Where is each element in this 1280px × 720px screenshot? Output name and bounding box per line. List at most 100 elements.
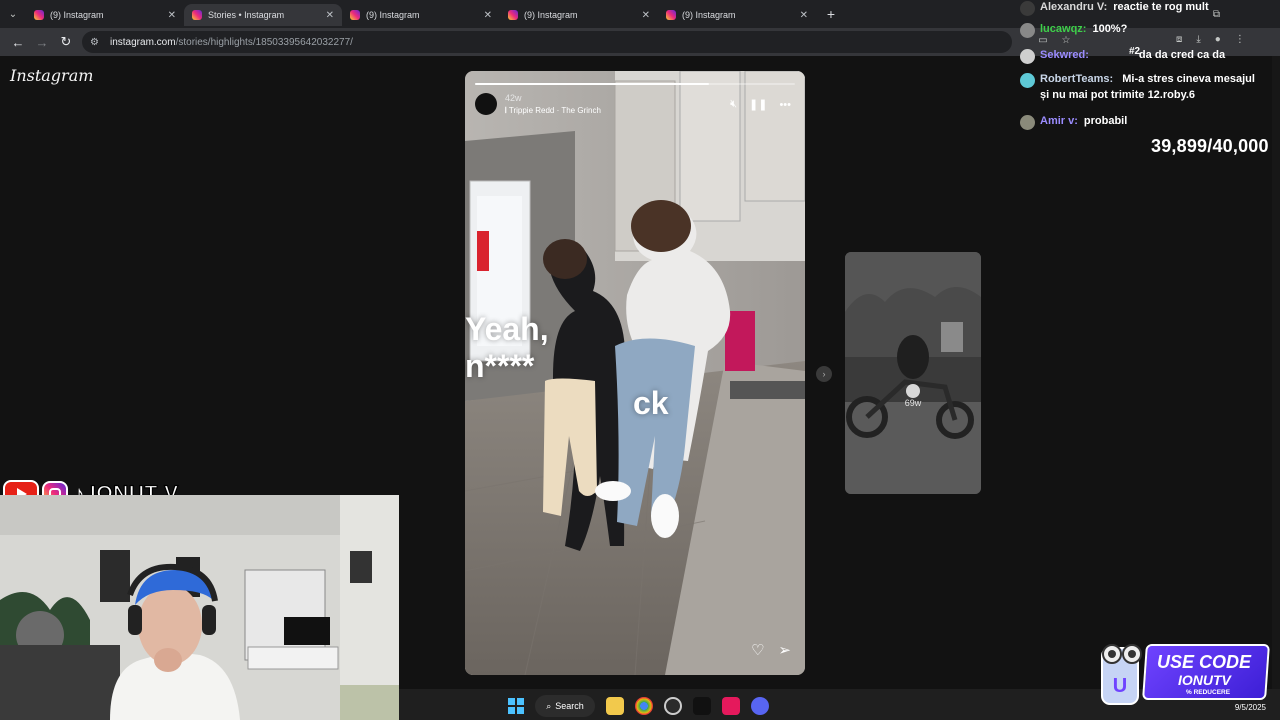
chat-text: 100%? bbox=[1092, 23, 1128, 35]
pause-icon[interactable]: ❚❚ bbox=[749, 98, 767, 111]
tab-instagram-3[interactable]: (9) Instagram ✕ bbox=[342, 4, 500, 26]
chat-message: Alexandru V: reactie te rog mult bbox=[1020, 0, 1209, 16]
taskbar-search-label: Search bbox=[555, 701, 584, 711]
next-story-preview[interactable]: 69w bbox=[845, 252, 981, 494]
taskbar-search[interactable]: ⌕ Search bbox=[535, 695, 595, 717]
chat-body: RobertTeams: Mi-a stres cineva mesajul ș… bbox=[1040, 72, 1256, 104]
restore-icon[interactable]: ⧉ bbox=[1213, 9, 1220, 20]
promo-code: IONUTV bbox=[1178, 672, 1231, 688]
url-host: instagram.com bbox=[110, 36, 176, 48]
mute-icon[interactable]: 🔇︎ bbox=[730, 98, 737, 111]
close-icon[interactable]: ✕ bbox=[326, 10, 334, 21]
promo-subtitle: % REDUCERE bbox=[1186, 689, 1231, 696]
chat-message: lucawqz: 100%? bbox=[1020, 22, 1127, 38]
reload-button[interactable]: ↻ bbox=[54, 30, 78, 54]
terminal-icon[interactable] bbox=[693, 697, 711, 715]
music-icon: 𝄃 bbox=[505, 106, 507, 115]
menu-icon[interactable]: ⋮ bbox=[1235, 34, 1245, 45]
webcam-image bbox=[0, 495, 399, 720]
tab-title: Stories • Instagram bbox=[208, 10, 285, 20]
download-icon[interactable]: ⤓ bbox=[1196, 34, 1200, 45]
close-icon[interactable]: ✕ bbox=[484, 10, 492, 21]
story-progress-fill bbox=[475, 83, 709, 85]
tab-title: (9) Instagram bbox=[524, 10, 578, 20]
caption-line: ck bbox=[633, 384, 669, 421]
page-scrollbar[interactable] bbox=[1272, 56, 1280, 689]
avatar[interactable] bbox=[475, 93, 497, 115]
story-controls: 🔇︎ ❚❚ ••• bbox=[730, 98, 791, 111]
chat-message: Sekwred: da da cred ca da bbox=[1020, 48, 1225, 64]
instagram-favicon-icon bbox=[192, 10, 202, 20]
close-icon[interactable]: ✕ bbox=[800, 10, 808, 21]
story-age: 42w bbox=[505, 93, 522, 103]
promo-title: USE CODE bbox=[1157, 652, 1252, 672]
discord-icon[interactable] bbox=[751, 697, 769, 715]
caption-line: n**** bbox=[465, 347, 535, 384]
story-header: 42w 𝄃 Trippie Redd · The Grinch 🔇︎ ❚❚ ••… bbox=[475, 93, 795, 119]
chat-message: RobertTeams: Mi-a stres cineva mesajul ș… bbox=[1020, 72, 1256, 104]
avatar bbox=[1020, 49, 1035, 64]
next-story-arrow-icon[interactable]: › bbox=[816, 366, 832, 382]
story-caption: Yeah, n**** ck bbox=[465, 311, 805, 421]
search-icon: ⌕ bbox=[546, 700, 552, 711]
tab-title: (9) Instagram bbox=[682, 10, 736, 20]
heart-icon[interactable]: ♡ bbox=[751, 641, 764, 659]
chrome-icon[interactable] bbox=[635, 697, 653, 715]
new-tab-button[interactable]: + bbox=[820, 3, 842, 25]
avatar bbox=[1020, 1, 1035, 16]
avatar bbox=[1020, 115, 1035, 130]
screen: ⌄ (9) Instagram ✕ Stories • Instagram ✕ … bbox=[0, 0, 1280, 720]
close-icon[interactable]: ✕ bbox=[168, 10, 176, 21]
tab-instagram-5[interactable]: (9) Instagram ✕ bbox=[658, 4, 816, 26]
instagram-logo[interactable]: Instagram bbox=[10, 66, 93, 85]
next-story-photo bbox=[845, 252, 981, 494]
profile-icon[interactable]: ● bbox=[1215, 34, 1221, 45]
close-icon[interactable]: ✕ bbox=[642, 10, 650, 21]
send-icon[interactable]: ➢ bbox=[778, 641, 791, 659]
tab-instagram-1[interactable]: (9) Instagram ✕ bbox=[26, 4, 184, 26]
promo-mascot: U bbox=[1101, 644, 1142, 705]
avatar bbox=[1020, 73, 1035, 88]
story-music-label[interactable]: 𝄃 Trippie Redd · The Grinch bbox=[505, 106, 601, 116]
chat-text: da da cred ca da bbox=[1138, 49, 1226, 61]
windows-start-icon[interactable] bbox=[508, 698, 524, 714]
story-progress-bar bbox=[475, 83, 795, 85]
instagram-favicon-icon bbox=[350, 10, 360, 20]
counter-current: 39,899 bbox=[1151, 136, 1208, 156]
story-music-text: Trippie Redd · The Grinch bbox=[508, 106, 601, 115]
more-options-icon[interactable]: ••• bbox=[779, 99, 791, 111]
steam-icon[interactable] bbox=[664, 697, 682, 715]
tab-instagram-4[interactable]: (9) Instagram ✕ bbox=[500, 4, 658, 26]
tab-title: (9) Instagram bbox=[366, 10, 420, 20]
avatar bbox=[906, 384, 920, 398]
avatar bbox=[1020, 23, 1035, 38]
site-info-icon[interactable]: ⚙ bbox=[90, 37, 104, 48]
chat-message: Amir v: probabil bbox=[1020, 114, 1127, 130]
back-button[interactable]: ← bbox=[6, 30, 30, 54]
forward-button[interactable]: → bbox=[30, 30, 54, 54]
extensions-icon[interactable]: ⧈ bbox=[1176, 34, 1182, 45]
svg-text:U: U bbox=[1113, 675, 1127, 697]
instagram-favicon-icon bbox=[34, 10, 44, 20]
chat-username: Sekwred: bbox=[1040, 49, 1089, 61]
counter-goal: 40,000 bbox=[1212, 136, 1269, 156]
chat-username: Alexandru V: bbox=[1040, 1, 1108, 13]
address-bar[interactable]: ⚙ instagram.com /stories/highlights/1850… bbox=[82, 31, 1012, 53]
instagram-favicon-icon bbox=[666, 10, 676, 20]
chat-username: RobertTeams: bbox=[1040, 73, 1114, 85]
promo-code-banner: U USE CODE IONUTV % REDUCERE bbox=[1090, 640, 1270, 706]
story-viewer[interactable]: 42w 𝄃 Trippie Redd · The Grinch 🔇︎ ❚❚ ••… bbox=[465, 71, 805, 675]
chat-text: probabil bbox=[1083, 115, 1128, 127]
follower-goal-counter: 39,899/40,000 bbox=[1151, 136, 1269, 157]
story-footer: ♡ ➢ bbox=[751, 641, 791, 659]
tab-title: (9) Instagram bbox=[50, 10, 104, 20]
webcam-feed bbox=[0, 495, 399, 720]
extension-badge: #2 bbox=[1129, 46, 1141, 57]
tab-stories[interactable]: Stories • Instagram ✕ bbox=[184, 4, 342, 26]
tab-search-icon[interactable]: ⌄ bbox=[0, 0, 26, 28]
caption-line: Yeah, bbox=[465, 311, 549, 347]
tiktok-app-icon[interactable] bbox=[722, 697, 740, 715]
file-explorer-icon[interactable] bbox=[606, 697, 624, 715]
taskbar-apps: ⌕ Search bbox=[508, 695, 769, 717]
instagram-favicon-icon bbox=[508, 10, 518, 20]
